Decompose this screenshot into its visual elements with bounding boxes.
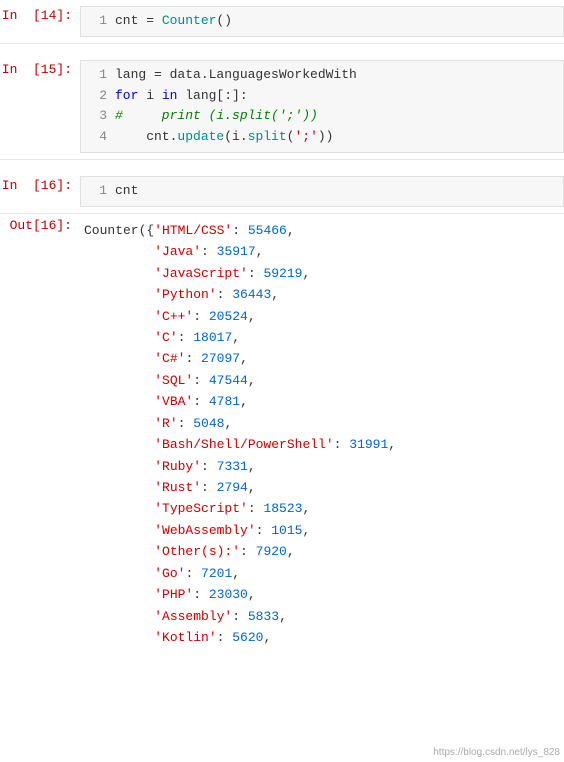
code-line: 2 for i in lang[:]: — [87, 86, 557, 107]
line-number: 1 — [87, 65, 107, 86]
code-line: 1 lang = data.LanguagesWorkedWith — [87, 65, 557, 86]
line-number: 4 — [87, 127, 107, 148]
cell-15-label: In [15]: — [0, 60, 80, 153]
line-number: 1 — [87, 181, 107, 202]
code-text: # print (i.split(';')) — [115, 106, 318, 127]
cell-16-out-label: Out[16]: — [0, 216, 80, 653]
watermark: https://blog.csdn.net/lys_828 — [433, 747, 560, 758]
code-text: cnt = Counter() — [115, 11, 232, 32]
cell-14: In [14]: 1 cnt = Counter() — [0, 0, 564, 44]
cell-14-content[interactable]: 1 cnt = Counter() — [80, 6, 564, 37]
line-number: 1 — [87, 11, 107, 32]
cell-15-content[interactable]: 1 lang = data.LanguagesWorkedWith 2 for … — [80, 60, 564, 153]
output-text: Counter({'HTML/CSS': 55466, 'Java': 3591… — [84, 220, 564, 649]
notebook: In [14]: 1 cnt = Counter() In [15]: 1 la… — [0, 0, 564, 762]
code-text: lang = data.LanguagesWorkedWith — [115, 65, 357, 86]
cell-14-label: In [14]: — [0, 6, 80, 37]
cell-16-in-label: In [16]: — [0, 176, 80, 207]
cell-16-input: In [16]: 1 cnt — [0, 170, 564, 214]
code-text: for i in lang[:]: — [115, 86, 248, 107]
line-number: 2 — [87, 86, 107, 107]
code-line: 1 cnt = Counter() — [87, 11, 557, 32]
cell-15: In [15]: 1 lang = data.LanguagesWorkedWi… — [0, 54, 564, 160]
line-number: 3 — [87, 106, 107, 127]
cell-16-out-content: Counter({'HTML/CSS': 55466, 'Java': 3591… — [80, 216, 564, 653]
code-line: 4 cnt.update(i.split(';')) — [87, 127, 557, 148]
code-line: 1 cnt — [87, 181, 557, 202]
cell-16-output: Out[16]: Counter({'HTML/CSS': 55466, 'Ja… — [0, 214, 564, 655]
code-line: 3 # print (i.split(';')) — [87, 106, 557, 127]
code-text: cnt.update(i.split(';')) — [115, 127, 333, 148]
cell-16-in-content[interactable]: 1 cnt — [80, 176, 564, 207]
code-text: cnt — [115, 181, 138, 202]
